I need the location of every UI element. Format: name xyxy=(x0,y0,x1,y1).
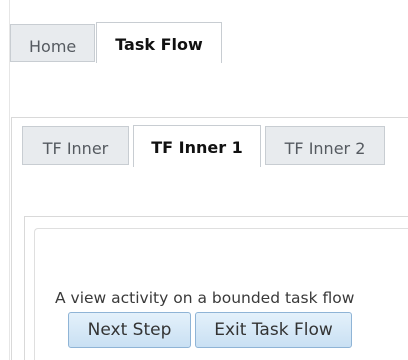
tab-task-flow[interactable]: Task Flow xyxy=(96,22,222,63)
tab-tf-inner-1[interactable]: TF Inner 1 xyxy=(133,125,261,167)
tab-task-flow-label: Task Flow xyxy=(115,35,203,54)
tab-tf-inner[interactable]: TF Inner xyxy=(22,126,129,165)
next-step-button[interactable]: Next Step xyxy=(68,312,191,348)
exit-task-flow-button[interactable]: Exit Task Flow xyxy=(195,312,352,348)
tab-home[interactable]: Home xyxy=(10,24,95,62)
tab-tf-inner-2-label: TF Inner 2 xyxy=(284,139,366,158)
tab-tf-inner-2[interactable]: TF Inner 2 xyxy=(265,126,385,165)
tab-tf-inner-1-label: TF Inner 1 xyxy=(151,138,243,157)
page-root: Home Task Flow TF Inner TF Inner 1 TF In… xyxy=(0,0,408,360)
tab-tf-inner-label: TF Inner xyxy=(42,139,109,158)
activity-description: A view activity on a bounded task flow xyxy=(55,289,355,307)
tab-home-label: Home xyxy=(29,37,77,56)
